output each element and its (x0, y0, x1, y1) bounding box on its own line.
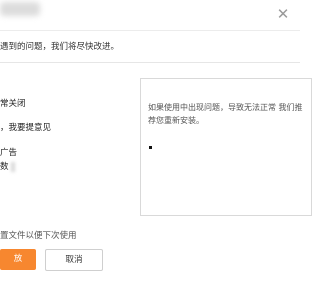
info-box: 如果使用中出现问题，导致无法正常 我们推荐您重新安装。 (140, 78, 312, 216)
feedback-notice: 遇到的问题，我们将尽快改进。 (0, 42, 120, 52)
reason-label: ，我要提意见 (0, 123, 52, 133)
bullet-dot (149, 146, 152, 149)
blurred-title (0, 2, 40, 16)
reason-option-4[interactable]: 数 (0, 160, 15, 172)
reason-label: 广告 (0, 148, 18, 158)
reason-label: 常关闭 (0, 99, 26, 109)
divider (0, 62, 300, 63)
reason-option-2[interactable]: ，我要提意见 (0, 121, 51, 133)
info-text: 如果使用中出现问题，导致无法正常 我们推荐您重新安装。 (148, 103, 303, 125)
reason-option-3[interactable]: 广告 (0, 146, 17, 158)
confirm-button[interactable]: 放 (0, 249, 36, 270)
title-bar: ✕ (0, 0, 300, 31)
save-config-checkbox-label[interactable]: 置文件以便下次使用 (0, 229, 77, 241)
blurred-text (10, 161, 15, 172)
reason-option-1[interactable]: 常关闭 (0, 97, 26, 109)
close-icon[interactable]: ✕ (273, 4, 293, 24)
cancel-button[interactable]: 取消 (45, 249, 103, 271)
reason-label: 数 (0, 162, 9, 172)
